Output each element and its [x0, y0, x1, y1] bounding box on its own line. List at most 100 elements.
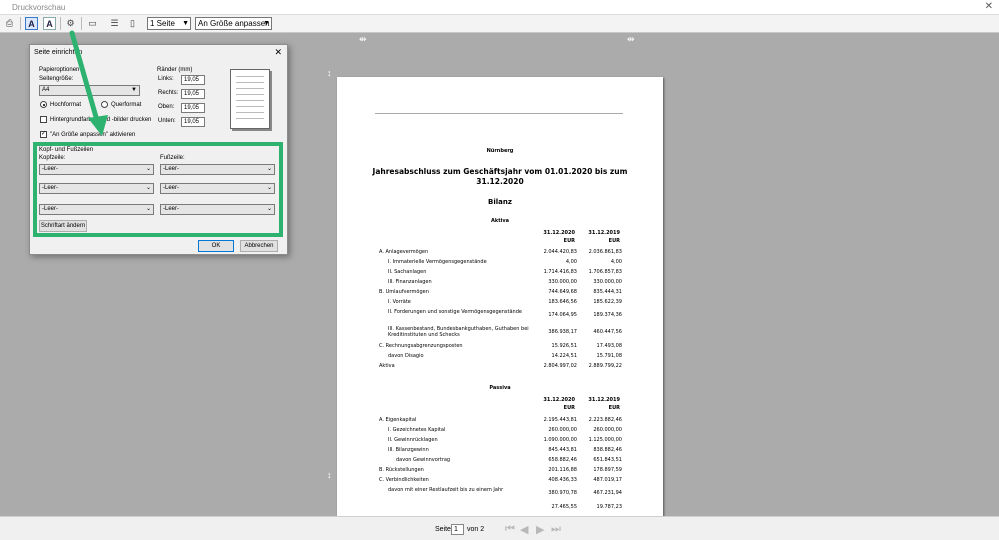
row-value-2019: 487.019,17: [593, 477, 622, 483]
document-heading: Jahresabschluss zum Geschäftsjahr vom 01…: [372, 167, 628, 186]
document-page: Nürnberg Jahresabschluss zum Geschäftsja…: [337, 77, 663, 539]
city-label: Nürnberg: [486, 148, 514, 154]
row-label: A. Anlagevermögen: [379, 249, 429, 255]
margin-right-label: Rechts:: [158, 90, 179, 96]
row-value-2020: 1.714.416,83: [543, 269, 577, 275]
row-value-2019: 2.036.861,83: [588, 249, 622, 255]
page-number-input[interactable]: 1: [451, 524, 464, 535]
landscape-label: Querformat: [111, 102, 142, 108]
dialog-title: Seite einrichten: [34, 49, 83, 56]
text-size-small-icon[interactable]: A: [43, 17, 56, 30]
page-size-label: Seitengröße:: [39, 76, 74, 82]
pages-select-value: 1 Seite: [150, 19, 175, 28]
row-label: Aktiva: [379, 363, 395, 369]
margin-bottom-label: Unten:: [158, 118, 176, 124]
row-value-2019: 4,00: [610, 259, 622, 265]
column-header-2020: 31.12.2020: [543, 230, 575, 236]
row-value-2019: 835.444,31: [593, 289, 622, 295]
row-label: davon mit einer Restlaufzeit bis zu eine…: [388, 487, 504, 493]
row-value-2020: 845.443,81: [548, 447, 577, 453]
print-icon[interactable]: ⎙: [3, 17, 16, 30]
paper-options-label: Papieroptionen: [39, 67, 80, 73]
row-value-2019: 460.447,56: [593, 329, 622, 335]
fit-to-size-checkbox[interactable]: ✓: [40, 131, 47, 138]
row-label: II. Forderungen und sonstige Vermögensge…: [388, 309, 522, 315]
row-label: III. Finanzanlagen: [388, 279, 432, 285]
row-value-2020: 183.646,56: [548, 299, 577, 305]
margin-top-label: Oben:: [158, 104, 175, 110]
column-header-2019: 31.12.2019: [588, 230, 620, 236]
row-value-2020: 2.804.997,02: [543, 363, 577, 369]
row-value-2019: 189.374,36: [593, 312, 622, 318]
row-label: davon Disagio: [388, 353, 424, 359]
first-page-icon[interactable]: ⏮: [505, 523, 515, 536]
row-value-2019: 2.889.799,22: [588, 363, 622, 369]
ok-button[interactable]: OK: [198, 240, 234, 252]
row-value-2019: 330.000,00: [593, 279, 622, 285]
portrait-label: Hochformat: [50, 102, 82, 108]
row-label: III. Bilanzgewinn: [388, 447, 429, 453]
currency-label: EUR: [608, 405, 620, 411]
margin-left-input[interactable]: 19,05: [181, 75, 205, 85]
page-count-label: von 2: [467, 526, 485, 533]
previous-page-icon[interactable]: ◀: [520, 523, 528, 536]
zoom-select[interactable]: An Größe anpassen ▼: [195, 17, 272, 30]
bg-print-label: Hintergrundfarben und -bilder drucken: [50, 117, 152, 123]
row-value-2020: 2.195.443,81: [543, 417, 577, 423]
margin-right-input[interactable]: 19,05: [181, 89, 205, 99]
fit-to-size-label: "An Größe anpassen" aktivieren: [50, 132, 136, 138]
row-value-2020: 27.465,55: [551, 504, 577, 510]
row-label: C. Verbindlichkeiten: [379, 477, 429, 483]
row-value-2020: 174.064,95: [548, 312, 577, 318]
margin-bottom-input[interactable]: 19,05: [181, 117, 205, 127]
landscape-radio[interactable]: [101, 101, 108, 108]
last-page-icon[interactable]: ⏭: [551, 523, 561, 536]
next-page-icon[interactable]: ▶: [536, 523, 544, 536]
row-value-2019: 1.706.857,83: [588, 269, 622, 275]
row-label: davon Gewinnvortrag: [396, 457, 451, 463]
page-view-icon[interactable]: ▯: [126, 17, 139, 30]
bg-print-checkbox[interactable]: [40, 116, 47, 123]
title-bar: Druckvorschau ✕: [0, 0, 999, 15]
page-setup-gear-icon[interactable]: ⚙: [64, 17, 77, 30]
header-footer-icon[interactable]: ☰: [108, 17, 121, 30]
header-rule: [375, 113, 623, 114]
dialog-close-icon[interactable]: ✕: [274, 47, 282, 58]
toolbar-divider: [60, 17, 61, 30]
column-header-2019: 31.12.2019: [588, 397, 620, 403]
portrait-radio[interactable]: [40, 101, 47, 108]
margin-handle-icon[interactable]: ↕: [327, 68, 332, 78]
passiva-title: Passiva: [489, 385, 511, 391]
row-value-2019: 178.897,59: [593, 467, 622, 473]
row-value-2020: 4,00: [565, 259, 577, 265]
margin-handle-icon[interactable]: ↕: [327, 470, 332, 480]
text-size-large-icon[interactable]: A: [25, 17, 38, 30]
row-label: C. Rechnungsabgrenzungsposten: [379, 343, 463, 349]
row-value-2019: 260.000,00: [593, 427, 622, 433]
page-label: Seite: [435, 526, 451, 533]
row-value-2019: 15.791,08: [596, 353, 622, 359]
row-value-2019: 17.493,08: [596, 343, 622, 349]
margin-left-label: Links:: [158, 76, 174, 82]
window-title: Druckvorschau: [12, 3, 66, 12]
currency-label: EUR: [563, 405, 575, 411]
row-value-2019: 838.882,46: [593, 447, 622, 453]
row-label: III. Kassenbestand, Bundesbankguthaben, …: [388, 326, 529, 338]
row-label: A. Eigenkapital: [379, 417, 417, 423]
fullscreen-icon[interactable]: ▭: [86, 17, 99, 30]
cancel-button[interactable]: Abbrechen: [240, 240, 278, 252]
page-size-select[interactable]: A4 ▼: [39, 85, 140, 96]
margin-handle-icon[interactable]: ⇹: [359, 34, 367, 45]
bilanz-title: Bilanz: [488, 198, 512, 206]
page-size-value: A4: [42, 87, 50, 93]
margin-handle-icon[interactable]: ⇹: [627, 34, 635, 45]
status-bar: Seite 1 von 2 ⏮ ◀ ▶ ⏭: [0, 516, 999, 540]
column-header-2020: 31.12.2020: [543, 397, 575, 403]
pages-select[interactable]: 1 Seite ▼: [147, 17, 191, 30]
row-value-2020: 330.000,00: [548, 279, 577, 285]
row-label: I. Gezeichnetes Kapital: [388, 427, 446, 433]
close-window-icon[interactable]: ✕: [985, 1, 993, 12]
row-label: II. Sachanlagen: [388, 269, 427, 275]
row-label: B. Rückstellungen: [379, 467, 424, 473]
margin-top-input[interactable]: 19,05: [181, 103, 205, 113]
